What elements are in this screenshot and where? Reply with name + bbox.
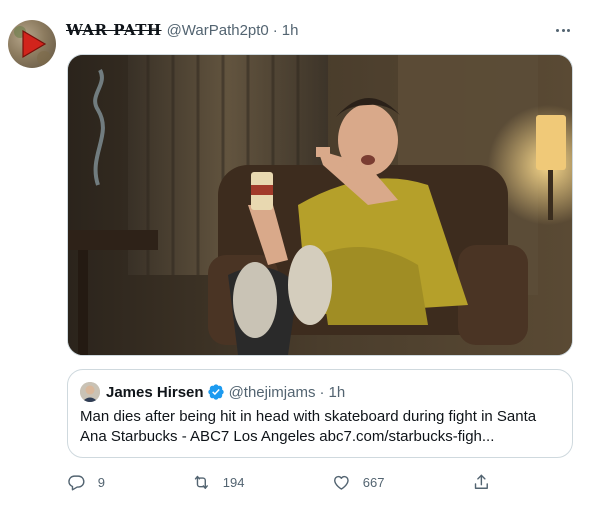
quoted-author-handle[interactable]: @thejimjams xyxy=(229,384,316,401)
photo-icon xyxy=(68,55,572,355)
separator-dot: · xyxy=(272,21,278,39)
quoted-tweet-text: Man dies after being hit in head with sk… xyxy=(80,408,537,445)
separator-dot: · xyxy=(319,383,325,401)
author-display-name[interactable]: WAR PATH xyxy=(66,21,162,39)
red-play-arrow-icon xyxy=(14,26,51,65)
author-avatar[interactable] xyxy=(8,20,56,68)
retweet-icon xyxy=(194,475,208,489)
quoted-author-display-name[interactable]: James Hirsen xyxy=(106,384,204,401)
author-handle[interactable]: @WarPath2pt0 xyxy=(167,22,269,39)
reply-count: 9 xyxy=(97,474,105,490)
tweet-header: WAR PATH @WarPath2pt0 · 1h xyxy=(66,20,298,40)
tweet[interactable]: WAR PATH @WarPath2pt0 · 1h James Hirsen … xyxy=(0,0,597,512)
share-icon xyxy=(474,474,488,489)
verified-badge-icon xyxy=(207,383,225,401)
reply-button[interactable]: 9 xyxy=(67,470,105,494)
quoted-tweet[interactable]: James Hirsen @thejimjams · 1h Man dies a… xyxy=(67,369,573,458)
tweet-actions: 9 194 667 xyxy=(67,470,507,494)
like-button[interactable]: 667 xyxy=(332,470,384,494)
quoted-author-avatar[interactable] xyxy=(80,382,100,402)
person-photo-icon xyxy=(80,382,100,402)
tweet-media-photo[interactable] xyxy=(67,54,573,356)
like-count: 667 xyxy=(362,474,385,490)
share-button[interactable] xyxy=(472,470,491,494)
heart-icon xyxy=(334,475,349,490)
more-horizontal-icon[interactable] xyxy=(551,19,575,41)
tweet-time[interactable]: 1h xyxy=(282,22,299,39)
quoted-tweet-header: James Hirsen @thejimjams · 1h xyxy=(80,382,345,402)
reply-icon xyxy=(68,475,85,491)
quoted-tweet-time[interactable]: 1h xyxy=(328,384,345,401)
retweet-count: 194 xyxy=(222,474,245,490)
retweet-button[interactable]: 194 xyxy=(192,470,244,494)
